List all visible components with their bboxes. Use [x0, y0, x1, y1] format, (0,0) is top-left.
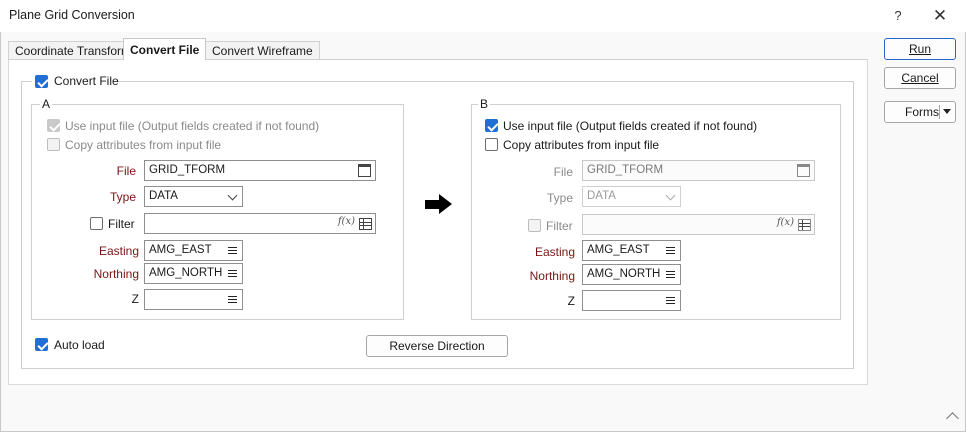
a-copy-attributes-checkbox[interactable] [47, 138, 60, 151]
auto-load-label: Auto load [54, 338, 105, 352]
arrow-right-icon [439, 194, 452, 214]
list-icon[interactable] [666, 247, 675, 254]
a-use-input-file-label: Use input file (Output fields created if… [65, 119, 320, 133]
group-a [31, 104, 404, 320]
caret-down-icon[interactable] [943, 109, 951, 114]
function-icon[interactable]: f(x) [777, 217, 794, 228]
b-use-input-file-label: Use input file (Output fields created if… [503, 119, 758, 133]
auto-load-checkbox[interactable] [35, 338, 48, 351]
window-title: Plane Grid Conversion [9, 8, 135, 22]
b-copy-attributes-checkbox[interactable] [485, 138, 498, 151]
table-icon[interactable] [798, 219, 811, 231]
b-use-input-file-checkbox[interactable] [485, 119, 498, 132]
a-use-input-file-checkbox[interactable] [47, 119, 60, 132]
cancel-button[interactable]: Cancel [884, 67, 956, 89]
a-file-input[interactable]: GRID_TFORM [144, 160, 376, 181]
b-northing-value: AMG_NORTH [587, 268, 661, 280]
tab-coordinate-transform[interactable]: Coordinate Transform [8, 41, 139, 60]
reverse-direction-button[interactable]: Reverse Direction [366, 335, 508, 357]
b-easting-input[interactable]: AMG_EAST [582, 240, 681, 261]
a-filter-label: Filter [108, 217, 135, 231]
a-type-select[interactable]: DATA [144, 186, 243, 207]
a-filter-input[interactable]: f(x) [144, 213, 376, 234]
list-icon[interactable] [228, 270, 237, 277]
a-copy-attributes-label: Copy attributes from input file [65, 138, 222, 152]
b-filter-checkbox[interactable] [528, 219, 541, 232]
forms-button[interactable]: Forms [884, 101, 956, 123]
b-file-value: GRID_TFORM [587, 164, 664, 176]
b-file-input[interactable]: GRID_TFORM [582, 160, 815, 181]
tab-convert-file[interactable]: Convert File [123, 38, 207, 60]
run-button-label: Run [908, 42, 931, 56]
forms-split-divider [939, 105, 940, 119]
b-copy-attributes-label: Copy attributes from input file [503, 138, 660, 152]
a-northing-label: Northing [93, 267, 139, 281]
a-type-label: Type [109, 190, 136, 204]
a-file-label: File [116, 164, 136, 178]
b-northing-input[interactable]: AMG_NORTH [582, 264, 681, 285]
help-button[interactable]: ? [888, 6, 908, 26]
table-icon[interactable] [359, 218, 372, 230]
b-type-select[interactable]: DATA [582, 186, 681, 207]
calendar-icon[interactable] [797, 164, 810, 177]
a-filter-checkbox[interactable] [90, 217, 103, 230]
group-a-label: A [40, 97, 53, 111]
title-bar: Plane Grid Conversion ? ✕ [0, 0, 966, 32]
b-type-value: DATA [587, 190, 616, 202]
b-filter-input[interactable]: f(x) [582, 214, 815, 235]
group-b [471, 104, 841, 320]
tab-convert-wireframe[interactable]: Convert Wireframe [205, 41, 320, 60]
cancel-button-label: Cancel [901, 71, 939, 85]
group-b-label: B [478, 97, 491, 111]
a-file-value: GRID_TFORM [149, 164, 226, 176]
b-z-label: Z [567, 294, 575, 308]
a-easting-input[interactable]: AMG_EAST [144, 240, 243, 261]
list-icon[interactable] [666, 271, 675, 278]
a-easting-label: Easting [98, 244, 139, 258]
chevron-down-icon [227, 190, 238, 201]
a-northing-input[interactable]: AMG_NORTH [144, 263, 243, 284]
a-northing-value: AMG_NORTH [149, 267, 223, 279]
a-easting-value: AMG_EAST [149, 244, 212, 256]
calendar-icon[interactable] [358, 164, 371, 177]
function-icon[interactable]: f(x) [338, 216, 355, 227]
b-easting-value: AMG_EAST [587, 244, 650, 256]
convert-file-checkbox[interactable] [35, 75, 48, 88]
chevron-down-icon [665, 190, 676, 201]
forms-button-label: Forms [905, 105, 939, 119]
list-icon[interactable] [228, 296, 237, 303]
list-icon[interactable] [228, 247, 237, 254]
b-filter-label: Filter [546, 219, 573, 233]
a-z-label: Z [131, 292, 139, 306]
b-northing-label: Northing [529, 269, 575, 283]
list-icon[interactable] [666, 297, 675, 304]
b-type-label: Type [546, 191, 573, 205]
b-easting-label: Easting [534, 245, 575, 259]
convert-file-label: Convert File [54, 74, 119, 88]
b-file-label: File [553, 165, 573, 179]
b-z-input[interactable] [582, 290, 681, 311]
a-z-input[interactable] [144, 289, 243, 310]
a-type-value: DATA [149, 190, 178, 202]
run-button[interactable]: Run [884, 38, 956, 60]
close-button[interactable]: ✕ [930, 6, 950, 26]
